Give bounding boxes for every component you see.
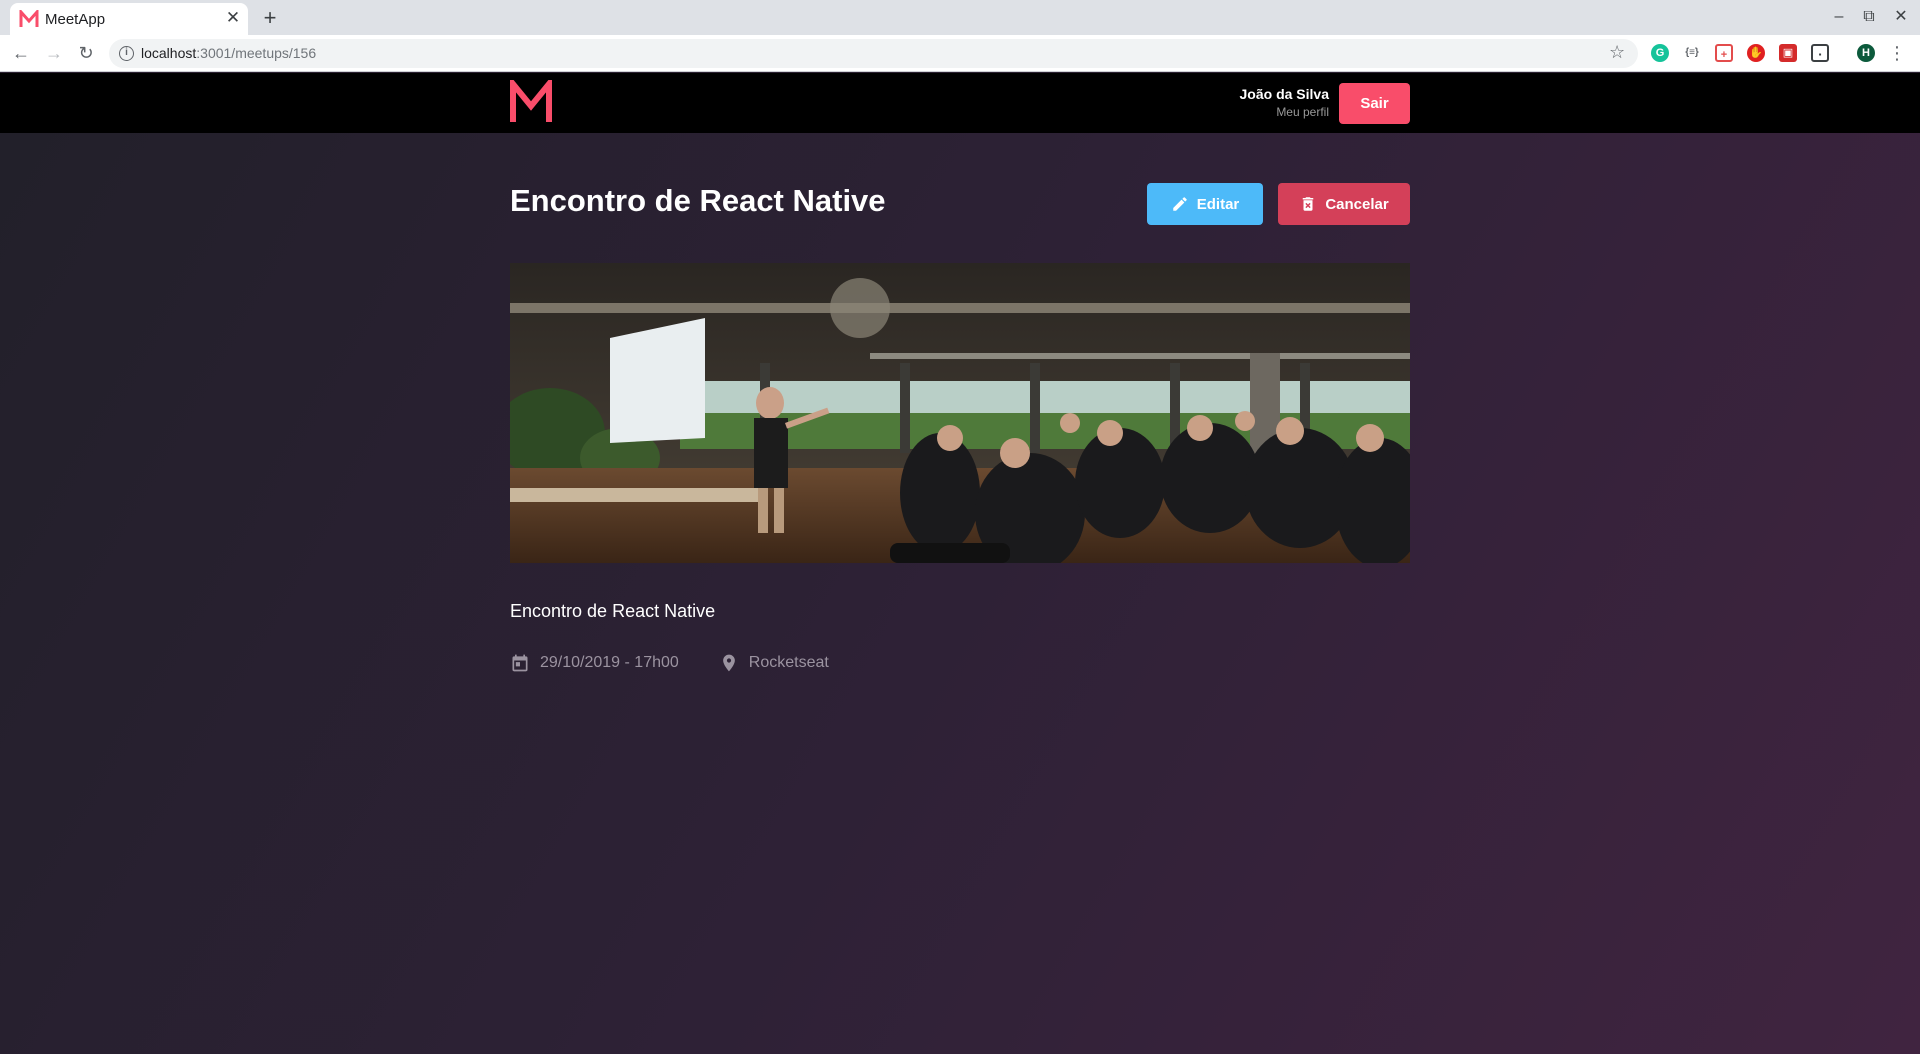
back-icon[interactable]: ←	[8, 40, 34, 66]
edit-button[interactable]: Editar	[1147, 183, 1263, 225]
user-name: João da Silva	[1239, 86, 1329, 102]
meetup-location: Rocketseat	[719, 653, 829, 673]
meetapp-logo-icon[interactable]	[509, 80, 553, 124]
forward-icon[interactable]: →	[41, 40, 67, 66]
meetup-location-text: Rocketseat	[748, 654, 829, 671]
site-info-icon[interactable]: i	[119, 46, 134, 61]
logout-button[interactable]: Sair	[1339, 83, 1410, 124]
grammarly-extension-icon[interactable]: G	[1651, 44, 1669, 62]
meetup-meta: 29/10/2019 - 17h00 Rocketseat	[510, 651, 869, 675]
tab-close-icon[interactable]: ✕	[223, 8, 243, 28]
cancel-button-label: Cancelar	[1325, 195, 1389, 213]
meetup-detail-page: Encontro de React Native Editar Cancelar	[0, 133, 1920, 1054]
screenshot-extension-icon[interactable]: ▣	[1779, 44, 1797, 62]
meetup-date-text: 29/10/2019 - 17h00	[540, 654, 679, 671]
cancel-button[interactable]: Cancelar	[1278, 183, 1410, 225]
picture-in-picture-icon[interactable]: ▪	[1811, 44, 1829, 62]
calendar-icon	[512, 654, 528, 672]
clipper-extension-icon[interactable]: +	[1715, 44, 1733, 62]
meetup-date: 29/10/2019 - 17h00	[510, 653, 679, 673]
browser-tab[interactable]: MeetApp ✕	[10, 3, 248, 35]
edit-button-label: Editar	[1196, 195, 1240, 213]
profile-avatar[interactable]: H	[1857, 44, 1875, 62]
browser-tabstrip: MeetApp ✕ + – ⧉ ✕	[0, 0, 1920, 35]
trash-icon	[1303, 197, 1314, 211]
url-host: localhost	[141, 45, 197, 61]
meetapp-favicon-icon	[19, 10, 39, 27]
bookmark-star-icon[interactable]: ☆	[1609, 42, 1625, 63]
app-header: João da Silva Meu perfil Sair	[0, 73, 1920, 133]
reload-icon[interactable]: ↻	[73, 40, 99, 66]
new-tab-icon[interactable]: +	[258, 6, 282, 30]
url-path: :3001/meetups/156	[196, 45, 317, 61]
meetup-banner-image	[510, 263, 1410, 563]
json-extension-icon[interactable]: {≡}	[1683, 44, 1701, 62]
browser-menu-icon[interactable]: ⋮	[1888, 42, 1906, 64]
pencil-icon	[1172, 197, 1187, 211]
url-text[interactable]: localhost:3001/meetups/156	[141, 45, 316, 61]
close-window-icon[interactable]: ✕	[1889, 5, 1913, 29]
user-info: João da Silva Meu perfil	[1240, 86, 1329, 119]
tab-title: MeetApp	[45, 11, 106, 28]
adblock-extension-icon[interactable]: ✋	[1747, 44, 1765, 62]
page-title: Encontro de React Native	[510, 183, 886, 218]
restore-icon[interactable]: ⧉	[1857, 5, 1881, 29]
profile-link[interactable]: Meu perfil	[1240, 105, 1329, 119]
browser-toolbar: ← → ↻ i localhost:3001/meetups/156 ☆ G {…	[0, 35, 1920, 72]
location-pin-icon	[722, 654, 735, 672]
minimize-icon[interactable]: –	[1827, 5, 1851, 29]
address-bar[interactable]: i localhost:3001/meetups/156 ☆	[109, 39, 1638, 68]
banner-photo	[510, 263, 1410, 563]
meetup-description: Encontro de React Native	[510, 601, 716, 621]
